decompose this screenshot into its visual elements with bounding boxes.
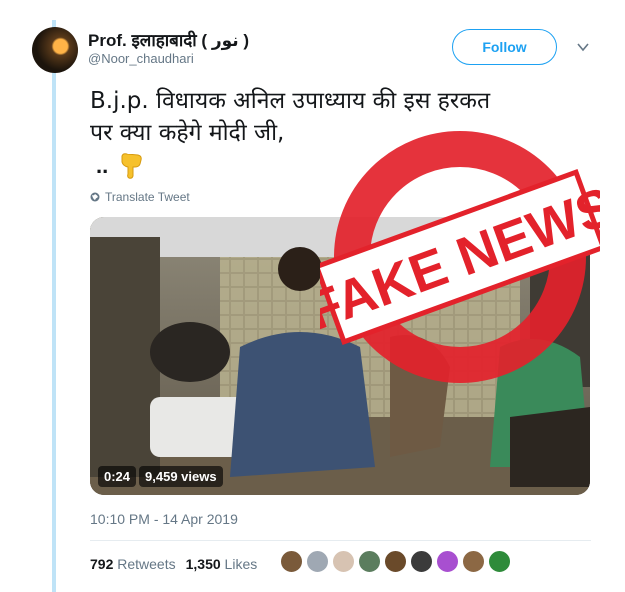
globe-icon	[90, 192, 100, 202]
retweets-stat[interactable]: 792 Retweets	[90, 556, 176, 572]
chevron-down-icon[interactable]	[576, 40, 590, 54]
retweets-count[interactable]: 792	[90, 556, 113, 572]
thread-line	[52, 20, 56, 592]
author-name[interactable]: Prof. इलाहाबादी ( نور )	[88, 28, 249, 51]
tweet-timestamp[interactable]: 10:10 PM - 14 Apr 2019	[90, 511, 238, 527]
author-handle[interactable]: @Noor_chaudhari	[88, 51, 194, 66]
liker-avatar-4[interactable]	[358, 550, 381, 573]
liker-avatar-5[interactable]	[384, 550, 407, 573]
liker-avatar-6[interactable]	[410, 550, 433, 573]
video-views: 9,459 views	[139, 466, 223, 487]
tweet-line-1: B.j.p. विधायक अनिल उपाध्याय की इस हरकत	[90, 88, 491, 114]
divider	[90, 540, 591, 541]
liker-avatar-1[interactable]	[280, 550, 303, 573]
translate-tweet-link[interactable]: Translate Tweet	[90, 190, 190, 204]
follow-button[interactable]: Follow	[452, 29, 557, 65]
likes-stat[interactable]: 1,350 Likes	[186, 556, 258, 572]
liker-avatar-7[interactable]	[436, 550, 459, 573]
liker-avatar-9[interactable]	[488, 550, 511, 573]
retweets-label[interactable]: Retweets	[117, 556, 175, 572]
liker-avatar-3[interactable]	[332, 550, 355, 573]
tweet-stats: 792 Retweets 1,350 Likes	[90, 556, 257, 572]
video-badges: 0:24 9,459 views	[98, 466, 223, 487]
video-duration: 0:24	[98, 466, 137, 487]
liker-avatars	[280, 550, 511, 573]
likes-count[interactable]: 1,350	[186, 556, 221, 572]
author-avatar[interactable]	[32, 27, 78, 73]
liker-avatar-8[interactable]	[462, 550, 485, 573]
pointing-down-icon	[121, 153, 142, 179]
translate-label[interactable]: Translate Tweet	[105, 190, 190, 204]
fake-news-stamp: FAKE NEWS	[320, 131, 600, 383]
likes-label[interactable]: Likes	[225, 556, 258, 572]
tweet-line-3: ..	[96, 153, 109, 178]
liker-avatar-2[interactable]	[306, 550, 329, 573]
